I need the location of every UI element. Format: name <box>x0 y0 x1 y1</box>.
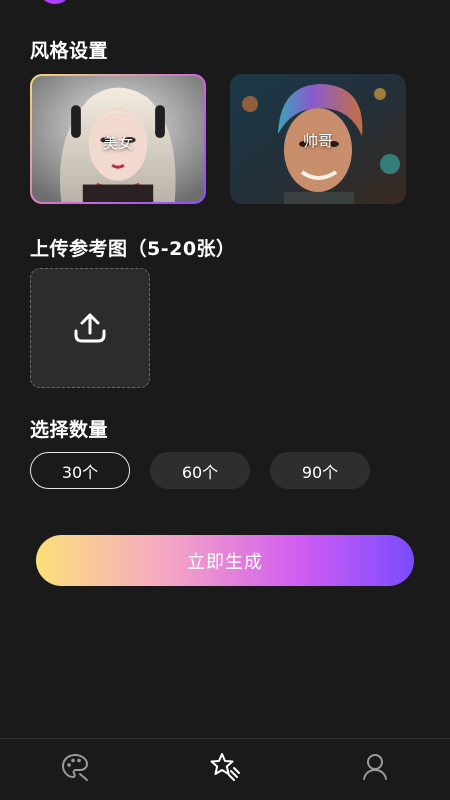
upload-reference-button[interactable] <box>30 268 150 388</box>
style-card-handsome-inner: 帅哥 <box>230 74 406 204</box>
upload-icon <box>74 313 106 343</box>
tab-create[interactable] <box>205 749 245 785</box>
tab-style[interactable] <box>55 749 95 785</box>
generate-button[interactable]: 立即生成 <box>36 535 414 586</box>
bottom-tabbar <box>0 738 450 800</box>
count-option-60[interactable]: 60个 <box>150 452 250 489</box>
style-card-beauty-inner: 美女 <box>32 76 204 202</box>
screen: 风格设置 美女 帅哥 上传参考图（5-20张） 选择数量 30个 60个 90个… <box>0 0 450 800</box>
style-card-handsome[interactable]: 帅哥 <box>230 74 406 204</box>
style-section-title: 风格设置 <box>30 40 109 62</box>
count-section-title: 选择数量 <box>30 419 109 441</box>
app-logo <box>38 0 72 4</box>
style-card-beauty[interactable]: 美女 <box>30 74 206 204</box>
style-card-beauty-label: 美女 <box>102 134 133 152</box>
upload-section-title: 上传参考图（5-20张） <box>30 238 236 260</box>
palette-icon <box>61 753 89 781</box>
user-icon <box>363 754 387 780</box>
count-option-30[interactable]: 30个 <box>30 452 130 489</box>
style-card-handsome-label: 帅哥 <box>302 132 333 150</box>
tab-profile[interactable] <box>355 749 395 785</box>
sparkle-star-icon <box>210 753 240 781</box>
count-option-90[interactable]: 90个 <box>270 452 370 489</box>
